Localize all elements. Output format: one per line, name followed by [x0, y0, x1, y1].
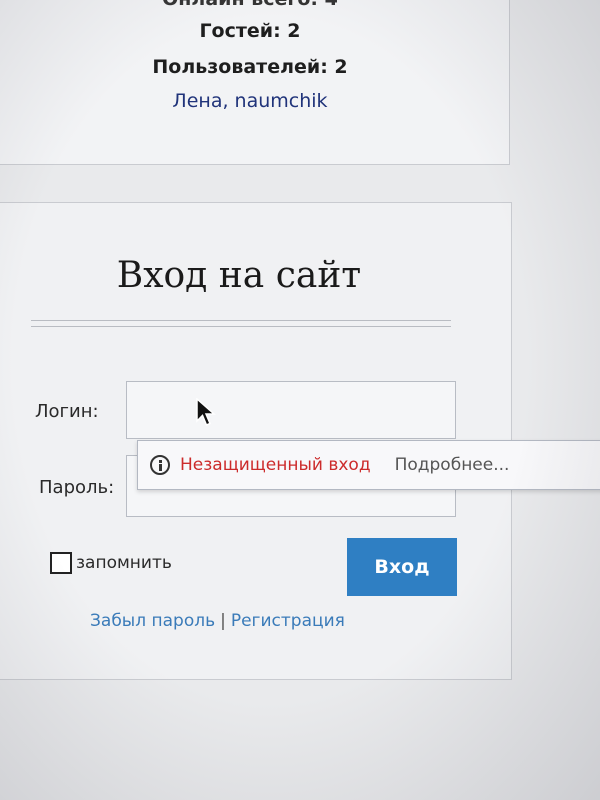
auth-links: Забыл пароль | Регистрация: [90, 611, 345, 631]
remember-label[interactable]: запомнить: [76, 553, 172, 573]
online-stats-panel: Онлайн всего: 4 Гостей: 2 Пользователей:…: [0, 0, 510, 165]
insecure-login-popup: Незащищенный вход Подробнее...: [137, 440, 600, 490]
password-label: Пароль:: [39, 477, 115, 498]
online-user-names: Лена, naumchik: [0, 90, 509, 112]
insecure-warning-text: Незащищенный вход: [180, 455, 371, 475]
info-icon: [150, 455, 170, 475]
login-input[interactable]: [126, 381, 456, 439]
mouse-cursor-icon: [196, 398, 216, 426]
forgot-password-link[interactable]: Забыл пароль: [90, 611, 215, 631]
guests-count: Гостей: 2: [199, 20, 301, 42]
online-total-text: Онлайн всего: 4: [0, 0, 509, 10]
login-submit-button[interactable]: Вход: [347, 538, 457, 596]
users-count: Пользователей: 2: [152, 56, 348, 78]
more-info-link[interactable]: Подробнее...: [395, 455, 510, 475]
login-label: Логин:: [35, 401, 99, 422]
title-divider: [31, 320, 451, 321]
online-users-link[interactable]: Лена, naumchik: [172, 90, 327, 112]
link-separator: |: [220, 611, 226, 631]
login-title: Вход на сайт: [116, 255, 362, 296]
register-link[interactable]: Регистрация: [231, 611, 345, 631]
title-divider: [31, 326, 451, 327]
remember-checkbox[interactable]: [50, 552, 72, 574]
